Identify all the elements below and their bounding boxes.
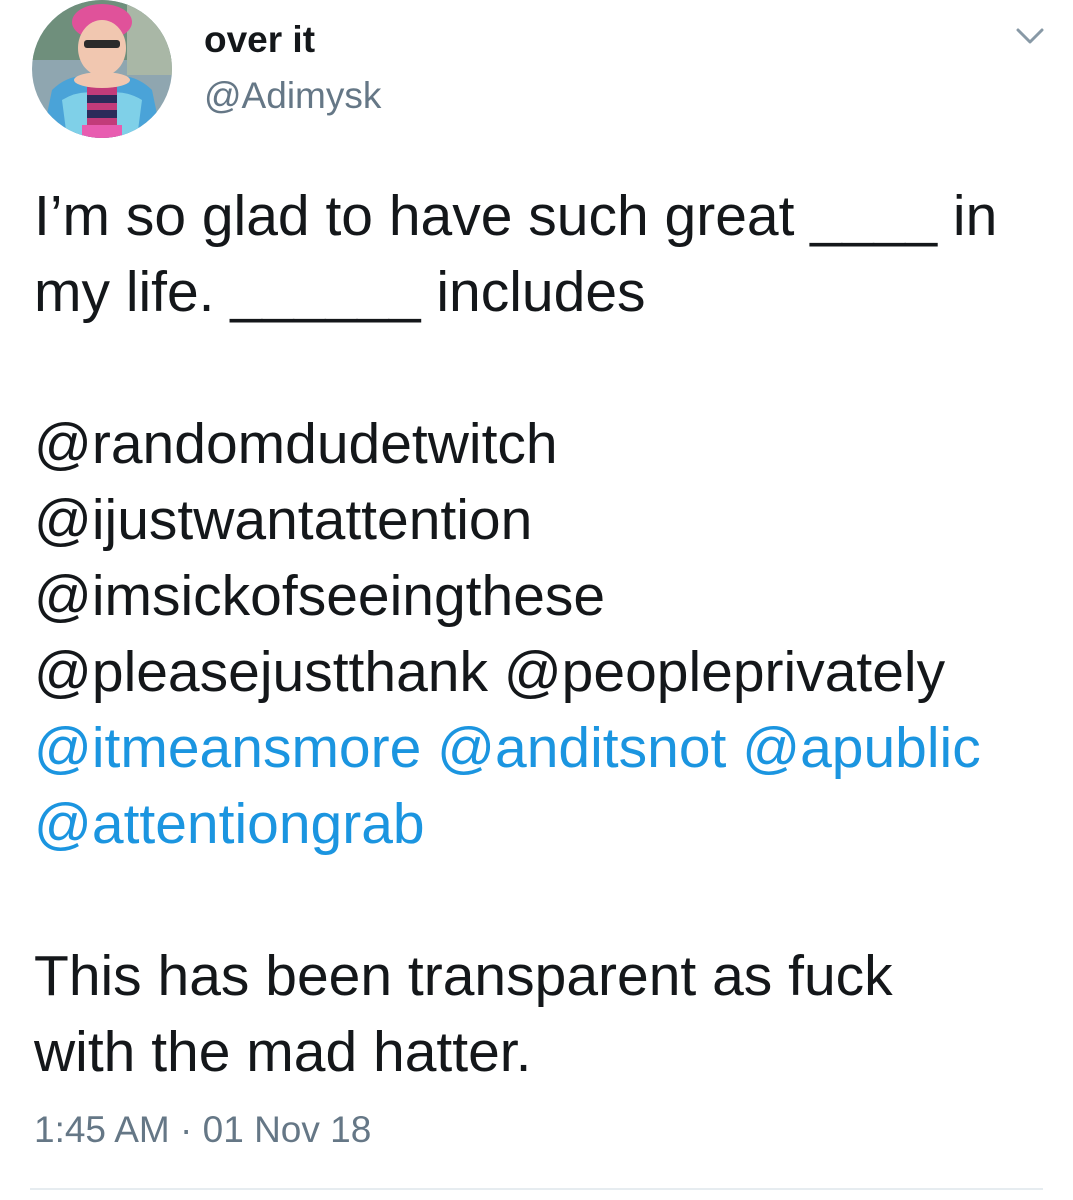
timestamp-separator: ·: [180, 1109, 193, 1150]
tweet-text-line: This has been transparent as fuck: [34, 944, 893, 1008]
mention-link[interactable]: @apublic: [742, 716, 981, 780]
chevron-down-icon[interactable]: [1014, 22, 1046, 48]
mention: @peopleprivately: [503, 640, 946, 704]
mention-link[interactable]: @anditsnot: [437, 716, 726, 780]
timestamp-time: 1:45 AM: [34, 1109, 170, 1150]
tweet: over it @Adimysk I’m so glad to have suc…: [0, 0, 1073, 1200]
tweet-text-line: my life. ______ includes: [34, 260, 646, 324]
mention-line: @itmeansmore @anditsnot @apublic: [34, 710, 1044, 786]
mention-link[interactable]: @attentiongrab: [34, 786, 1044, 862]
tweet-text: I’m so glad to have such great ____ in m…: [34, 178, 1044, 1090]
divider: [30, 1188, 1043, 1190]
mention-line: @pleasejustthank @peopleprivately: [34, 634, 1044, 710]
profile-photo-icon: [32, 0, 172, 138]
timestamp-date: 01 Nov 18: [202, 1109, 372, 1150]
mention: @ijustwantattention: [34, 488, 533, 552]
tweet-text-line: with the mad hatter.: [34, 1020, 532, 1084]
avatar[interactable]: [32, 0, 172, 138]
tweet-text-line: I’m so glad to have such great ____ in: [34, 184, 998, 248]
user-handle[interactable]: @Adimysk: [204, 74, 381, 118]
mention-link[interactable]: @itmeansmore: [34, 716, 421, 780]
mention: @imsickofseeingthese: [34, 564, 606, 628]
mention: @pleasejustthank: [34, 640, 488, 704]
timestamp[interactable]: 1:45 AM · 01 Nov 18: [34, 1108, 371, 1152]
mention: @randomdudetwitch: [34, 412, 558, 476]
display-name[interactable]: over it: [204, 18, 315, 62]
